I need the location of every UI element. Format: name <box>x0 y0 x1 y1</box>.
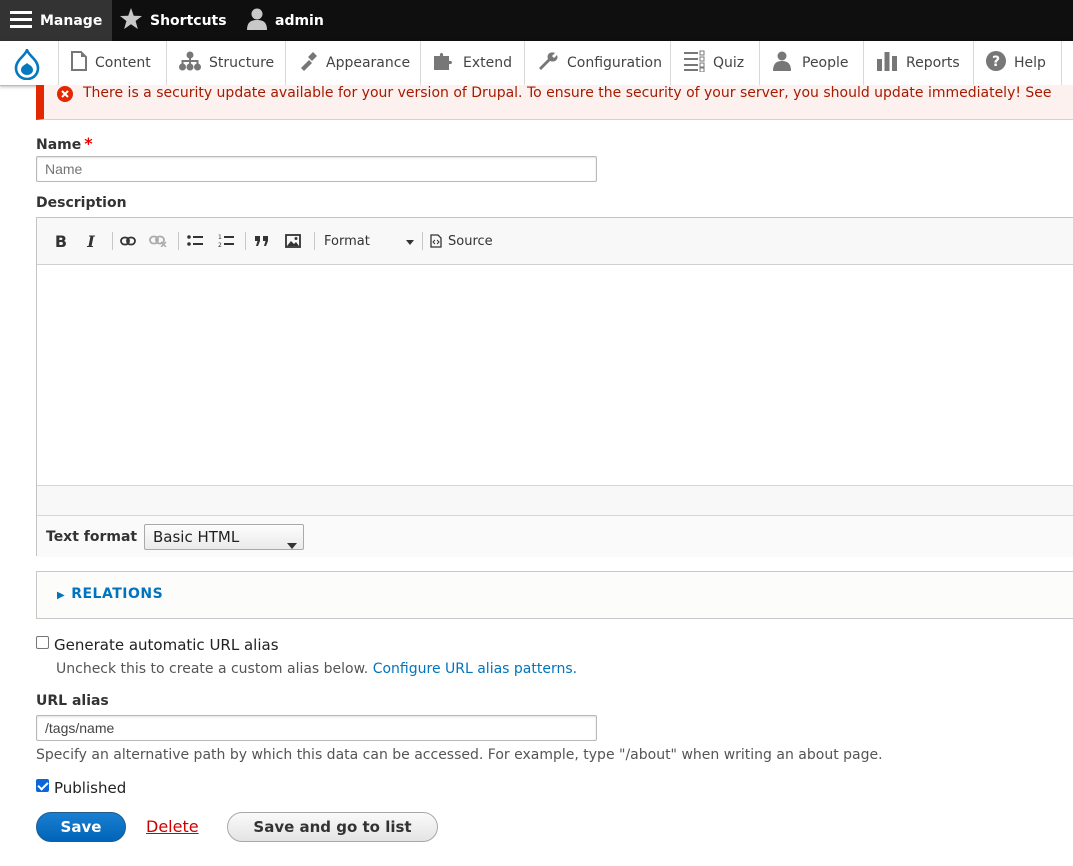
toolbar-separator <box>314 232 315 250</box>
people-icon <box>772 51 794 75</box>
link-icon[interactable] <box>119 231 137 251</box>
menu-item-people[interactable]: People <box>759 41 863 85</box>
star-icon <box>120 8 142 33</box>
bold-icon[interactable]: B <box>53 231 69 251</box>
svg-text:1: 1 <box>218 234 222 241</box>
editor-content-area[interactable] <box>37 265 1073 485</box>
blockquote-icon[interactable] <box>253 231 271 251</box>
checklist-icon <box>683 50 705 76</box>
user-label: admin <box>275 12 324 29</box>
auto-alias-help: Uncheck this to create a custom alias be… <box>56 661 577 677</box>
text-format-select[interactable]: Basic HTML <box>144 524 304 550</box>
chevron-down-icon <box>287 535 297 553</box>
relations-details[interactable]: ▶ RELATIONS <box>36 571 1073 619</box>
menu-item-help[interactable]: ? Help <box>973 41 1061 85</box>
save-button[interactable]: Save <box>36 812 126 842</box>
shortcuts-tab[interactable]: Shortcuts <box>120 0 227 41</box>
puzzle-icon <box>433 51 455 75</box>
error-message-text: There is a security update available for… <box>83 85 1052 101</box>
chevron-down-icon <box>406 234 414 249</box>
menu-item-extend[interactable]: Extend <box>420 41 524 85</box>
hamburger-icon <box>10 10 32 32</box>
error-message: There is a security update available for… <box>36 85 1073 120</box>
italic-icon[interactable]: I <box>83 231 99 251</box>
published-label: Published <box>54 779 127 797</box>
toolbar-separator <box>422 232 423 250</box>
wrench-icon <box>537 51 559 75</box>
rich-text-editor: B I 12 Format Source Text format Basic H… <box>36 217 1073 557</box>
drupal-logo-icon[interactable] <box>12 45 42 84</box>
menu-label-people: People <box>802 55 849 71</box>
format-label: Format <box>324 233 370 249</box>
text-format-label: Text format <box>46 529 138 545</box>
user-icon <box>247 8 267 34</box>
save-and-go-to-list-button[interactable]: Save and go to list <box>227 812 438 842</box>
menu-item-quiz[interactable]: Quiz <box>670 41 759 85</box>
bar-chart-icon <box>876 51 898 75</box>
svg-text:?: ? <box>992 54 1000 70</box>
source-label: Source <box>448 233 493 249</box>
manage-label: Manage <box>40 12 103 29</box>
menu-item-reports[interactable]: Reports <box>863 41 973 85</box>
relations-summary[interactable]: ▶ RELATIONS <box>57 586 163 602</box>
relations-label: RELATIONS <box>71 586 164 602</box>
editor-toolbar: B I 12 Format Source <box>37 218 1073 265</box>
bullet-list-icon[interactable] <box>186 231 204 251</box>
auto-alias-checkbox[interactable] <box>36 636 49 649</box>
toolbar-separator <box>245 232 246 250</box>
menu-label-configuration: Configuration <box>567 55 662 71</box>
menu-item-configuration[interactable]: Configuration <box>524 41 670 85</box>
menu-label-content: Content <box>95 55 151 71</box>
triangle-right-icon: ▶ <box>57 590 66 601</box>
format-dropdown[interactable]: Format <box>324 231 414 251</box>
url-alias-help: Specify an alternative path by which thi… <box>36 747 883 763</box>
user-tab[interactable]: admin <box>247 0 324 41</box>
admin-menu-tray: Content Structure Appearance Extend Conf… <box>0 41 1073 86</box>
structure-icon <box>179 51 201 75</box>
text-format-value: Basic HTML <box>153 528 240 546</box>
brush-icon <box>298 51 318 75</box>
editor-path-bar <box>37 485 1073 516</box>
error-icon <box>57 86 73 106</box>
menu-item-appearance[interactable]: Appearance <box>285 41 420 85</box>
menu-divider <box>1061 41 1062 85</box>
toolbar-separator <box>178 232 179 250</box>
url-alias-label: URL alias <box>36 693 109 709</box>
image-icon[interactable] <box>284 231 302 251</box>
menu-label-extend: Extend <box>463 55 512 71</box>
menu-label-quiz: Quiz <box>713 55 745 71</box>
menu-label-appearance: Appearance <box>326 55 411 71</box>
shortcuts-label: Shortcuts <box>150 12 227 29</box>
menu-item-structure[interactable]: Structure <box>166 41 285 85</box>
menu-label-help: Help <box>1014 55 1046 71</box>
source-icon <box>430 234 442 248</box>
menu-label-reports: Reports <box>906 55 960 71</box>
unlink-icon[interactable] <box>149 231 167 251</box>
menu-label-structure: Structure <box>209 55 275 71</box>
name-label-text: Name <box>36 137 82 153</box>
auto-alias-label: Generate automatic URL alias <box>54 636 279 654</box>
name-input[interactable] <box>36 156 597 182</box>
required-marker: * <box>84 134 93 153</box>
published-checkbox[interactable] <box>36 779 49 792</box>
admin-toolbar: Manage Shortcuts admin <box>0 0 1073 41</box>
url-alias-input[interactable] <box>36 715 597 741</box>
source-button[interactable]: Source <box>430 231 493 251</box>
page-icon <box>71 51 87 75</box>
auto-alias-help-text: Uncheck this to create a custom alias be… <box>56 661 369 677</box>
name-label: Name * <box>36 134 93 153</box>
numbered-list-icon[interactable]: 12 <box>217 231 235 251</box>
text-format-wrapper: Text format Basic HTML <box>37 515 1073 557</box>
configure-alias-patterns-link[interactable]: Configure URL alias patterns. <box>373 661 577 677</box>
menu-item-content[interactable]: Content <box>58 41 162 85</box>
help-icon: ? <box>986 51 1006 75</box>
manage-tab[interactable]: Manage <box>0 0 112 41</box>
description-label: Description <box>36 195 127 211</box>
toolbar-separator <box>112 232 113 250</box>
delete-link[interactable]: Delete <box>146 817 199 836</box>
svg-text:2: 2 <box>218 242 222 248</box>
